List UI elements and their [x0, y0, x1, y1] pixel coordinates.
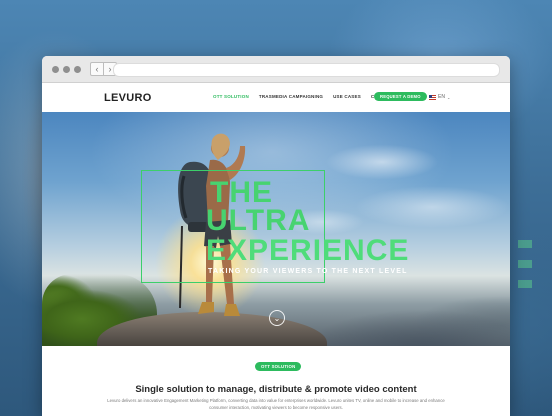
browser-window: ‹ › LEVURO OTT SOLUTION TRASMEDIA CAMPAI… [42, 56, 510, 416]
hero-tagline: TAKING YOUR VIEWERS TO THE NEXT LEVEL [208, 268, 408, 275]
section-badge: OTT SOLUTION [255, 362, 302, 371]
scroll-down-button[interactable]: ⌄ [269, 310, 285, 326]
window-minimize-dot[interactable] [63, 65, 70, 73]
hero-headline-line-3: EXPERIENCE [206, 234, 410, 267]
back-button[interactable]: ‹ [90, 62, 104, 76]
site-logo[interactable]: LEVURO [104, 92, 152, 104]
nav-item-trasmedia-campaigning[interactable]: TRASMEDIA CAMPAIGNING [259, 94, 323, 99]
window-close-dot[interactable] [52, 65, 59, 73]
chevron-down-icon: ⌄ [446, 94, 451, 100]
section-title: Single solution to manage, distribute & … [135, 384, 417, 395]
request-demo-button[interactable]: REQUEST A DEMO [374, 92, 427, 101]
nav-item-use-cases[interactable]: USE CASES [333, 94, 361, 99]
section-description: Levuro delivers an innovative Engagement… [107, 398, 445, 410]
chevron-left-icon: ‹ [95, 63, 99, 74]
site-header: LEVURO OTT SOLUTION TRASMEDIA CAMPAIGNIN… [42, 83, 510, 113]
hero-banner: THE ULTRA EXPERIENCE TAKING YOUR VIEWERS… [42, 112, 510, 346]
chevron-right-icon: › [108, 63, 112, 74]
chevron-down-icon: ⌄ [273, 313, 281, 323]
browser-toolbar: ‹ › [42, 56, 510, 83]
language-selector[interactable]: EN ⌄ [429, 94, 450, 100]
window-zoom-dot[interactable] [74, 65, 81, 73]
ott-solution-section: OTT SOLUTION Single solution to manage, … [42, 346, 510, 416]
nav-item-ott-solution[interactable]: OTT SOLUTION [213, 94, 249, 99]
address-bar[interactable] [113, 63, 500, 77]
language-label: EN [438, 94, 445, 100]
background-green-accent [518, 240, 532, 300]
us-flag-icon [429, 94, 436, 100]
hero-headline-line-2: ULTRA [206, 204, 311, 237]
